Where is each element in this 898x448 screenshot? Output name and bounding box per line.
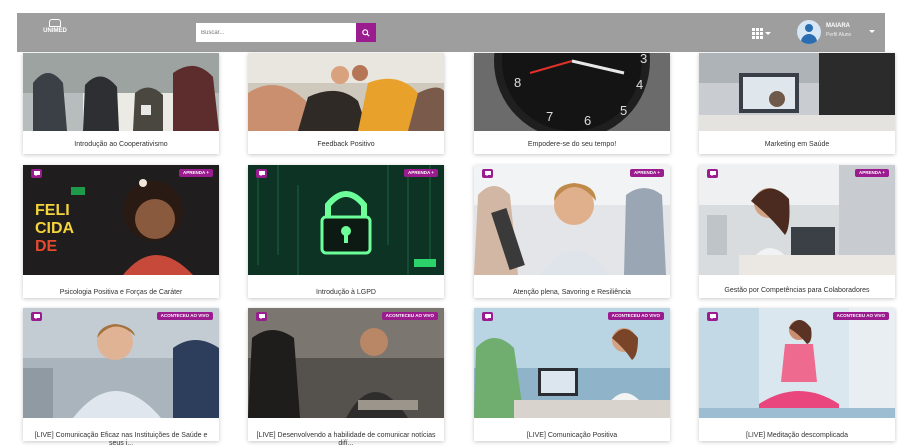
course-thumbnail[interactable]: [248, 53, 444, 131]
svg-text:3: 3: [640, 53, 647, 66]
course-title: Feedback Positivo: [317, 141, 375, 148]
course-thumbnail[interactable]: APRENDA +: [248, 165, 444, 275]
course-thumbnail[interactable]: ACONTECEU AO VIVO: [23, 308, 219, 418]
brand-logo[interactable]: UNIMED: [38, 19, 72, 45]
course-title: Introdução à LGPD: [316, 289, 376, 296]
course-card[interactable]: ACONTECEU AO VIVO [LIVE] Comunicação Pos…: [474, 308, 670, 441]
chat-icon: [707, 312, 718, 321]
course-thumbnail[interactable]: APRENDA +: [474, 165, 670, 275]
course-thumbnail[interactable]: ACONTECEU AO VIVO: [474, 308, 670, 418]
chat-icon: [31, 312, 42, 321]
course-title: Atenção plena, Savoring e Resiliência: [513, 289, 631, 296]
course-title: [LIVE] Comunicação Eficaz nas Instituiçõ…: [34, 432, 208, 447]
svg-text:FELI: FELI: [35, 202, 70, 219]
status-badge: APRENDA +: [630, 169, 664, 177]
course-catalog-page: UNIMED MAIARA Perfil Aluno: [0, 0, 898, 448]
chat-icon: [256, 169, 267, 178]
course-thumbnail[interactable]: APRENDA +: [699, 165, 895, 275]
status-badge: ACONTECEU AO VIVO: [381, 312, 438, 320]
svg-text:6: 6: [584, 113, 591, 128]
status-badge: APRENDA +: [179, 169, 213, 177]
course-card[interactable]: APRENDA + Atenção plena, Savoring e Resi…: [474, 165, 670, 298]
svg-text:DE: DE: [35, 238, 58, 255]
course-card[interactable]: ACONTECEU AO VIVO [LIVE] Desenvolvendo a…: [248, 308, 444, 447]
chevron-down-icon: [869, 30, 875, 33]
status-badge: APRENDA +: [855, 169, 889, 177]
course-card[interactable]: FELI CIDA DE APRENDA + Psicologia Positi…: [23, 165, 219, 298]
search-bar: [196, 23, 376, 42]
course-title: [LIVE] Meditação descomplicada: [746, 432, 848, 439]
chevron-down-icon: [765, 31, 771, 35]
course-card[interactable]: Feedback Positivo: [248, 53, 444, 154]
status-badge: APRENDA +: [404, 169, 438, 177]
course-title: Marketing em Saúde: [764, 141, 830, 148]
user-name: MAIARA: [826, 23, 850, 29]
course-card[interactable]: APRENDA + Gestão por Competências para C…: [699, 165, 895, 298]
course-title: Gestão por Competências para Colaborador…: [724, 287, 870, 294]
chat-icon: [31, 169, 42, 178]
svg-text:5: 5: [620, 103, 627, 118]
course-title: Empodere-se do seu tempo!: [527, 141, 617, 148]
course-card[interactable]: Introdução ao Cooperativismo: [23, 53, 219, 154]
top-navigation-bar: UNIMED MAIARA Perfil Aluno: [17, 13, 885, 52]
chat-icon: [482, 169, 493, 178]
search-icon: [362, 28, 370, 37]
avatar[interactable]: [797, 20, 821, 44]
apps-menu-button[interactable]: [752, 25, 772, 41]
status-badge: ACONTECEU AO VIVO: [156, 312, 213, 320]
course-title: [LIVE] Desenvolvendo a habilidade de com…: [256, 432, 436, 447]
brand-logo-mark: [49, 19, 61, 27]
course-thumbnail[interactable]: FELI CIDA DE APRENDA +: [23, 165, 219, 275]
svg-text:CIDA: CIDA: [35, 220, 75, 237]
course-card[interactable]: APRENDA + Introdução à LGPD: [248, 165, 444, 298]
course-card[interactable]: ACONTECEU AO VIVO [LIVE] Meditação desco…: [699, 308, 895, 441]
course-thumbnail[interactable]: ACONTECEU AO VIVO: [699, 308, 895, 418]
status-badge: ACONTECEU AO VIVO: [607, 312, 664, 320]
chat-icon: [256, 312, 267, 321]
status-badge: ACONTECEU AO VIVO: [832, 312, 889, 320]
svg-text:8: 8: [514, 75, 521, 90]
search-input[interactable]: [196, 23, 356, 42]
brand-logo-text: UNIMED: [43, 28, 67, 34]
svg-text:7: 7: [546, 109, 553, 124]
svg-text:4: 4: [636, 77, 643, 92]
apps-grid-icon: [752, 27, 763, 39]
course-thumbnail[interactable]: ACONTECEU AO VIVO: [248, 308, 444, 418]
course-title: Introdução ao Cooperativismo: [74, 141, 168, 148]
course-card[interactable]: ACONTECEU AO VIVO [LIVE] Comunicação Efi…: [23, 308, 219, 447]
course-thumbnail[interactable]: [23, 53, 219, 131]
user-menu[interactable]: MAIARA Perfil Aluno: [797, 19, 877, 45]
chat-icon: [482, 312, 493, 321]
course-card[interactable]: 8 7 6 5 4 3 Empodere-se do seu tempo!: [474, 53, 670, 154]
user-role: Perfil Aluno: [826, 32, 852, 38]
course-thumbnail[interactable]: 8 7 6 5 4 3: [474, 53, 670, 131]
course-title: [LIVE] Comunicação Positiva: [526, 432, 618, 439]
course-card[interactable]: Marketing em Saúde: [699, 53, 895, 154]
search-button[interactable]: [356, 23, 376, 42]
course-thumbnail[interactable]: [699, 53, 895, 131]
chat-icon: [707, 169, 718, 178]
course-title: Psicologia Positiva e Forças de Caráter: [59, 289, 183, 296]
